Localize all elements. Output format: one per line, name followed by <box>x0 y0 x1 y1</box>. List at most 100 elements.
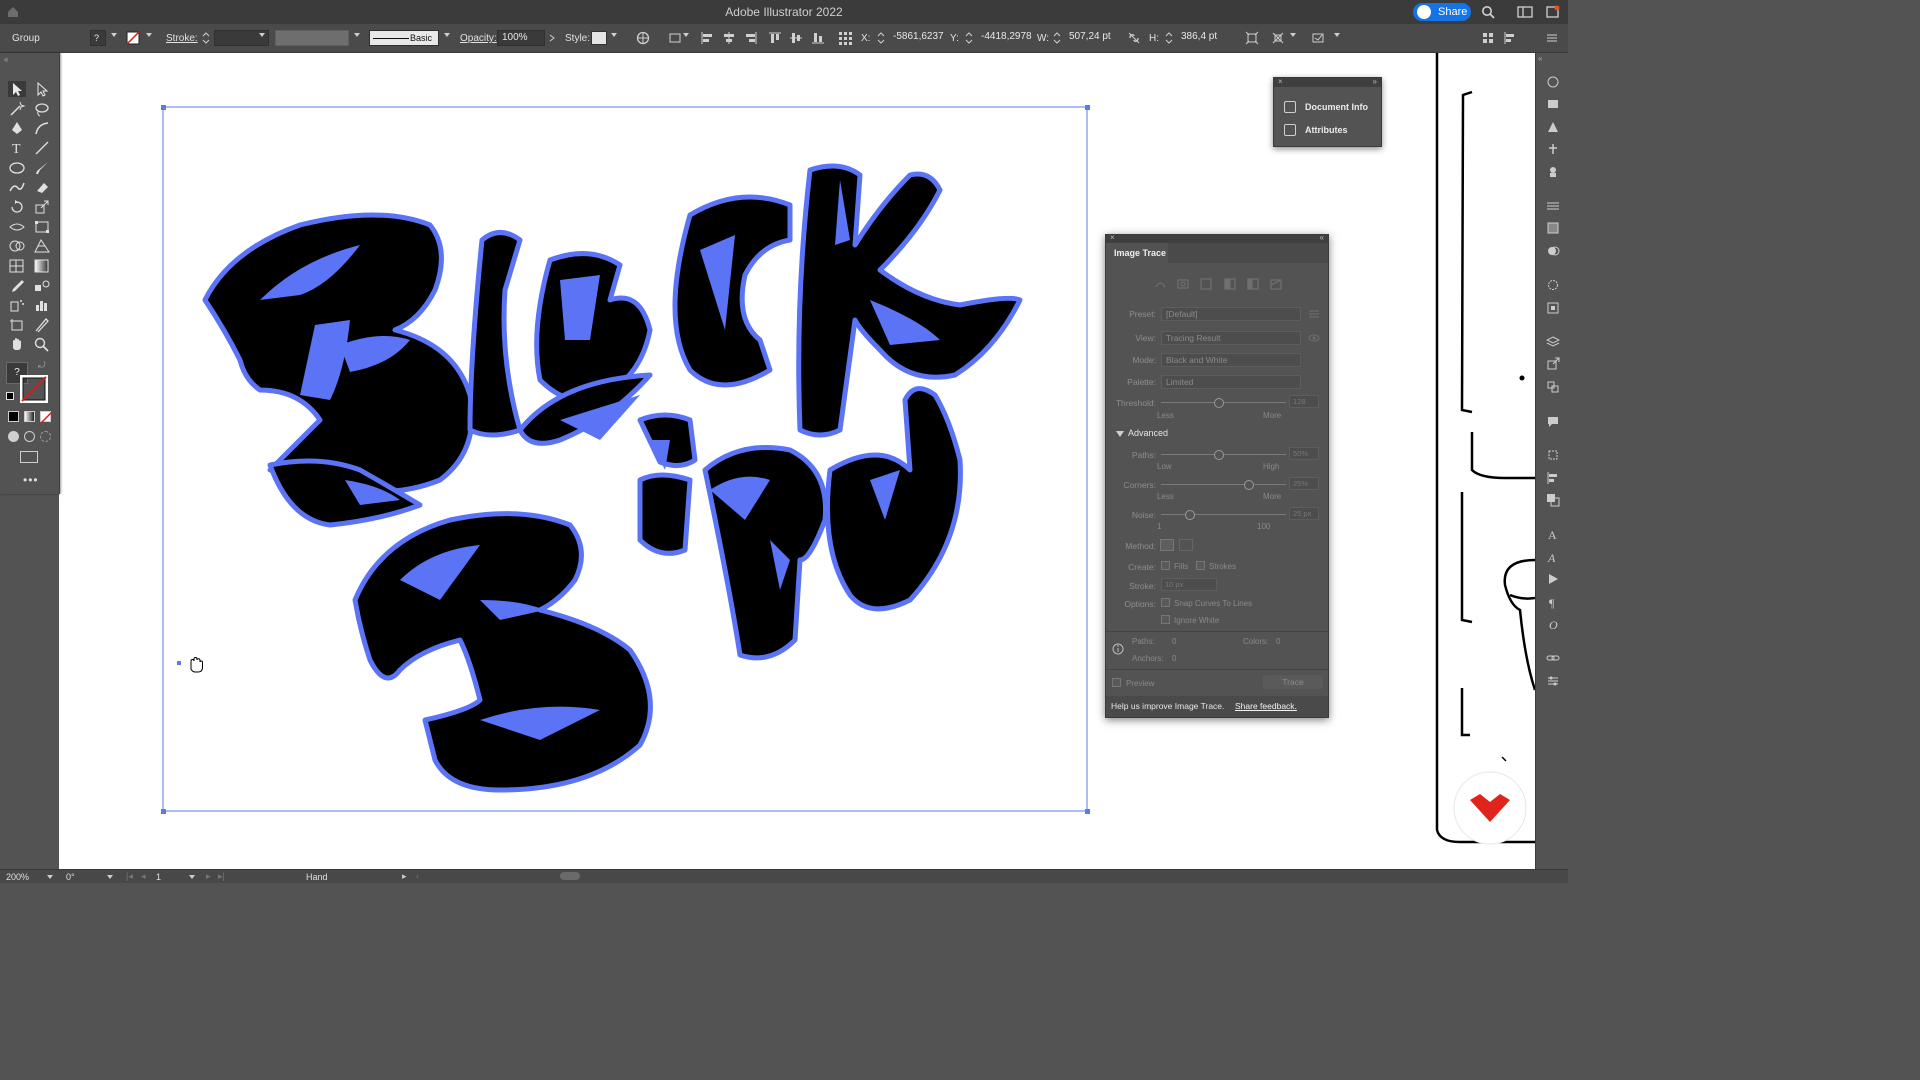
stepper-icon[interactable] <box>964 31 978 45</box>
stroke-label[interactable]: Stroke: <box>166 33 198 44</box>
lasso-tool-icon[interactable] <box>33 101 51 117</box>
noise-slider[interactable] <box>1161 514 1286 515</box>
recolor-artwork-icon[interactable] <box>636 31 650 45</box>
arrange-documents-icon[interactable] <box>1546 5 1560 19</box>
paragraph-icon[interactable]: ¶ <box>1546 595 1560 609</box>
libraries-icon[interactable] <box>1546 75 1560 89</box>
edit-toolbar-icon[interactable]: ••• <box>23 473 39 487</box>
next-artboard-icon[interactable]: ▸ <box>206 871 211 882</box>
hand-tool-icon[interactable] <box>8 336 26 352</box>
share-button[interactable]: Share <box>1413 3 1471 21</box>
screen-mode-icon[interactable] <box>20 451 38 463</box>
chevron-down-icon[interactable] <box>354 33 360 37</box>
scroll-left-icon[interactable]: ‹ <box>416 871 419 881</box>
stroke-panel-icon[interactable] <box>1546 199 1560 213</box>
character-styles-icon[interactable]: A <box>1546 550 1560 564</box>
selection-tool-icon[interactable] <box>8 81 26 97</box>
isolate-icon[interactable] <box>1271 31 1285 45</box>
stepper-icon[interactable] <box>1052 31 1066 45</box>
symbol-sprayer-tool-icon[interactable] <box>8 297 26 313</box>
x-field[interactable]: -5861,6237 <box>889 30 944 46</box>
collapse-icon[interactable]: « <box>1320 233 1324 242</box>
stroke-field[interactable]: 10 px <box>1161 578 1217 591</box>
actions-icon[interactable] <box>1546 572 1560 586</box>
chevron-down-icon[interactable] <box>259 33 265 37</box>
zoom-tool-icon[interactable] <box>33 336 51 352</box>
blend-tool-icon[interactable] <box>33 278 51 294</box>
align-panel-icon[interactable] <box>1546 471 1560 485</box>
collapse-icon[interactable]: « <box>4 55 8 64</box>
corners-slider[interactable] <box>1161 484 1286 485</box>
chevron-down-icon[interactable] <box>1334 33 1340 37</box>
puppet-warp-icon[interactable] <box>1546 142 1560 156</box>
chevron-down-icon[interactable] <box>1290 33 1296 37</box>
close-icon[interactable]: × <box>1278 77 1283 86</box>
transform-icon[interactable] <box>1245 31 1259 45</box>
menu-icon[interactable] <box>1545 31 1559 45</box>
document-info-item[interactable]: Document Info <box>1284 100 1374 116</box>
align-bottom-icon[interactable] <box>811 31 825 45</box>
y-field[interactable]: -4418,2978 <box>977 30 1032 46</box>
stroke-color-icon[interactable] <box>18 373 50 405</box>
free-transform-tool-icon[interactable] <box>33 219 51 235</box>
align-top-icon[interactable] <box>768 31 782 45</box>
threshold-field[interactable]: 128 <box>1289 395 1319 408</box>
expand-icon[interactable]: » <box>1373 77 1377 86</box>
opacity-field[interactable]: 100% <box>497 30 545 46</box>
width-tool-icon[interactable] <box>8 219 26 235</box>
preset-icons-row[interactable] <box>1153 277 1283 291</box>
rotate-tool-icon[interactable] <box>8 199 26 215</box>
preset-menu-icon[interactable] <box>1308 309 1320 319</box>
artboard-tool-icon[interactable] <box>8 317 26 333</box>
chevron-down-icon[interactable] <box>444 33 450 37</box>
noise-slider-knob[interactable] <box>1185 510 1195 520</box>
align-panel-icon[interactable] <box>1503 31 1517 45</box>
stepper-icon[interactable] <box>1164 31 1178 45</box>
mode-select[interactable]: Black and White <box>1161 353 1301 367</box>
artboards-icon[interactable] <box>1546 380 1560 394</box>
search-icon[interactable] <box>1481 5 1495 19</box>
method-abutting-icon[interactable] <box>1160 539 1174 551</box>
links-icon[interactable] <box>1546 651 1560 665</box>
scale-tool-icon[interactable] <box>33 199 51 215</box>
transform-reference-icon[interactable] <box>838 31 852 45</box>
threshold-slider-knob[interactable] <box>1214 398 1224 408</box>
appearance-icon[interactable] <box>1546 278 1560 292</box>
preview-checkbox[interactable] <box>1112 678 1121 687</box>
horizontal-scrollbar-thumb[interactable] <box>560 872 580 880</box>
gradient-mode-icon[interactable] <box>24 411 35 422</box>
chevron-down-icon[interactable] <box>189 875 195 879</box>
share-feedback-link[interactable]: Share feedback. <box>1235 701 1297 711</box>
gradient-tool-icon[interactable] <box>33 258 51 274</box>
type-tool-icon[interactable]: T <box>8 140 26 157</box>
assets-icon[interactable] <box>1546 120 1560 134</box>
align-right-icon[interactable] <box>744 31 758 45</box>
strokes-checkbox[interactable] <box>1196 561 1205 570</box>
comments-icon[interactable] <box>1546 414 1560 428</box>
ellipse-tool-icon[interactable] <box>8 160 26 176</box>
cc-libraries-icon[interactable] <box>1546 97 1560 111</box>
workspace-icon[interactable] <box>1517 6 1533 18</box>
zoom-field[interactable]: 200% <box>6 872 29 882</box>
pathfinder-icon[interactable] <box>1546 493 1560 507</box>
chevron-down-icon[interactable] <box>146 33 152 37</box>
line-tool-icon[interactable] <box>33 140 51 156</box>
attributes-item[interactable]: Attributes <box>1284 123 1374 139</box>
properties-icon[interactable] <box>1546 674 1560 688</box>
align-middle-icon[interactable] <box>789 31 803 45</box>
last-artboard-icon[interactable]: ▸| <box>218 871 225 882</box>
opacity-label[interactable]: Opacity: <box>460 33 497 44</box>
slice-tool-icon[interactable] <box>33 317 51 333</box>
curvature-tool-icon[interactable] <box>33 120 51 136</box>
perspective-grid-tool-icon[interactable] <box>33 238 51 254</box>
trace-button[interactable]: Trace <box>1263 675 1323 689</box>
noise-field[interactable]: 25 px <box>1289 507 1319 520</box>
advanced-toggle[interactable]: Advanced <box>1128 428 1168 438</box>
fill-swatch[interactable]: ? <box>90 30 106 46</box>
none-mode-icon[interactable] <box>40 411 52 423</box>
eye-icon[interactable] <box>1308 333 1320 343</box>
quick-actions-icon[interactable] <box>1311 31 1325 45</box>
align-center-icon[interactable] <box>722 31 736 45</box>
eraser-tool-icon[interactable] <box>33 179 51 195</box>
collapse-icon[interactable]: « <box>1538 54 1542 63</box>
